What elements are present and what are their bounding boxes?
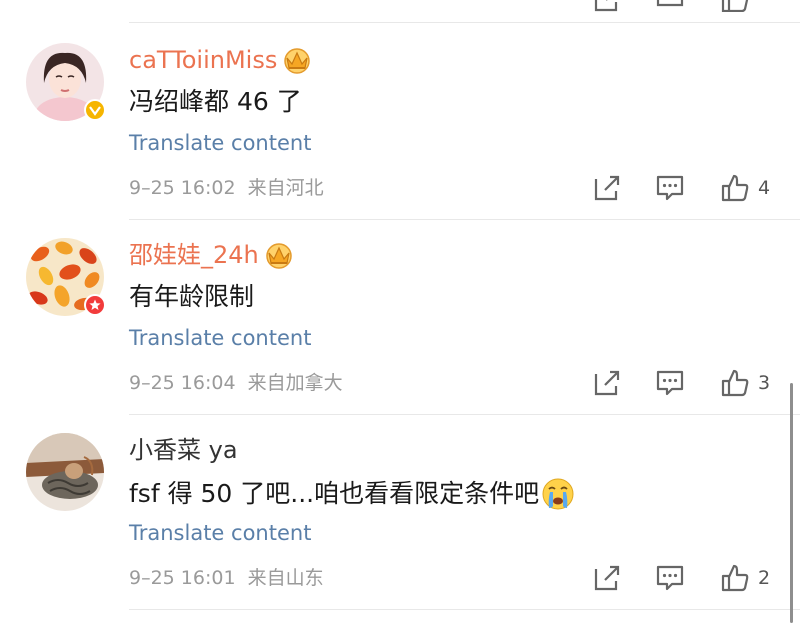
comment-icon[interactable] xyxy=(655,173,685,203)
comment-text: 有年龄限制 xyxy=(129,282,255,311)
like-icon[interactable] xyxy=(720,563,750,593)
like-count: 4 xyxy=(758,177,771,199)
comment-text: fsf 得 50 了吧...咱也看看限定条件吧 xyxy=(129,477,575,511)
like-count: 2 xyxy=(758,567,771,589)
scrollbar[interactable] xyxy=(790,383,793,623)
username-text[interactable]: 邵娃娃_24h xyxy=(129,241,259,269)
divider xyxy=(129,609,800,610)
avatar[interactable] xyxy=(26,433,104,511)
comment-icon[interactable] xyxy=(655,368,685,398)
like-icon[interactable] xyxy=(720,173,750,203)
comment-actions: 3 xyxy=(0,368,800,398)
divider xyxy=(129,414,800,415)
crown-icon xyxy=(266,243,292,269)
username[interactable]: 小香菜 ya xyxy=(129,436,238,464)
comment-actions: 2 xyxy=(0,563,800,593)
divider xyxy=(129,219,800,220)
divider xyxy=(129,22,800,23)
avatar[interactable] xyxy=(26,238,106,316)
username[interactable]: 邵娃娃_24h xyxy=(129,241,295,269)
verified-badge-icon xyxy=(84,99,106,121)
like-icon[interactable] xyxy=(720,368,750,398)
crown-icon xyxy=(284,48,311,74)
like-count: 3 xyxy=(758,372,771,394)
username-text[interactable]: 小香菜 ya xyxy=(129,436,238,464)
comment-actions: 4 xyxy=(0,173,800,203)
avatar[interactable] xyxy=(26,43,106,121)
username[interactable]: caTToiinMiss xyxy=(129,46,313,74)
share-icon[interactable] xyxy=(592,173,622,203)
comment-text: 冯绍峰都 46 了 xyxy=(129,87,302,116)
comment-icon[interactable] xyxy=(655,563,685,593)
verified-badge-icon xyxy=(84,294,106,316)
share-icon[interactable] xyxy=(592,563,622,593)
translate-link[interactable]: Translate content xyxy=(129,520,311,546)
previous-comment-actions xyxy=(0,0,800,12)
translate-link[interactable]: Translate content xyxy=(129,130,311,156)
avatar-image xyxy=(26,433,104,511)
username-text[interactable]: caTToiinMiss xyxy=(129,46,277,74)
translate-link[interactable]: Translate content xyxy=(129,325,311,351)
crying-emoji-icon xyxy=(542,478,574,510)
share-icon[interactable] xyxy=(592,368,622,398)
